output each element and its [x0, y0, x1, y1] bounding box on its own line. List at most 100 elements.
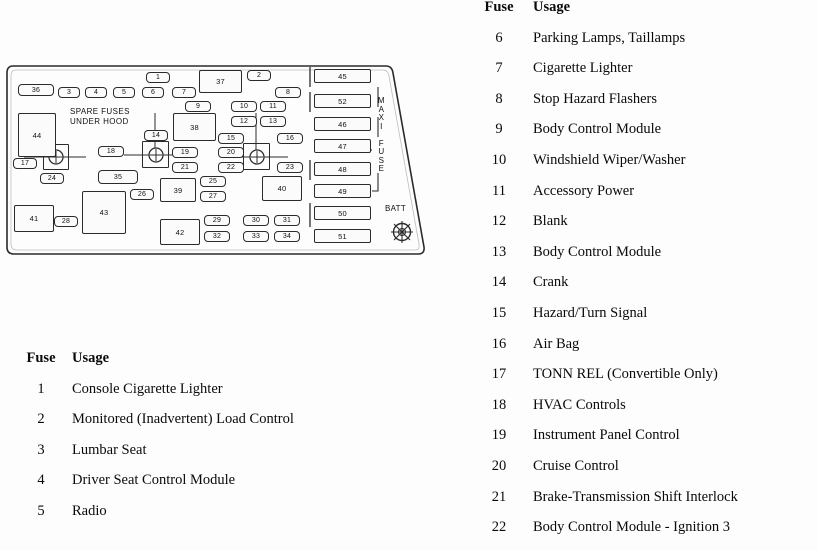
fuse-box-label: 30 — [251, 217, 261, 224]
fuse-box-36: 36 — [18, 84, 54, 96]
fuse-usage-cell: Instrument Panel Control — [533, 427, 680, 444]
table-body: 1 Console Cigarette Lighter 2 Monitored (In… — [10, 381, 294, 534]
fuse-box-13: 13 — [260, 116, 286, 127]
fuse-box-33: 33 — [243, 231, 269, 242]
table-row: 1 Console Cigarette Lighter — [10, 381, 294, 412]
fuse-usage-cell: TONN REL (Convertible Only) — [533, 366, 718, 383]
fuse-box-label: 21 — [180, 164, 190, 171]
fuse-number-cell: 5 — [37, 502, 45, 519]
fuse-box-17: 17 — [13, 158, 37, 169]
fuse-box-label: 29 — [212, 217, 222, 224]
fuse-box-43: 43 — [82, 191, 126, 234]
table-header-row: Fuse Usage — [10, 350, 294, 381]
table-row: 14 Crank — [465, 274, 738, 305]
fuse-box-51: 51 — [314, 229, 371, 243]
spare-fuses-note: SPARE FUSES UNDER HOOD — [70, 107, 130, 126]
fuse-box-label: 36 — [31, 86, 41, 94]
fuse-box-37: 37 — [199, 70, 242, 93]
fuse-box-label: 44 — [32, 130, 42, 140]
fuse-usage-cell: Windshield Wiper/Washer — [533, 151, 686, 168]
fuse-box-50: 50 — [314, 206, 371, 220]
fuse-number-cell: 15 — [491, 304, 507, 321]
table-row: 22 Body Control Module - Ignition 3 — [465, 519, 738, 550]
fuse-usage-cell: Hazard/Turn Signal — [533, 304, 648, 321]
fuse-usage-cell: Lumbar Seat — [72, 441, 147, 458]
fuse-box-42: 42 — [160, 219, 200, 245]
fuse-box-20: 20 — [218, 147, 244, 158]
fuse-usage-cell: Air Bag — [533, 335, 580, 352]
table-row: 16 Air Bag — [465, 336, 738, 367]
fuse-box-41: 41 — [14, 205, 54, 232]
fuse-box-label: 17 — [20, 160, 30, 167]
fuse-number-cell: 16 — [491, 335, 507, 352]
fuse-usage-cell: Monitored (Inadvertent) Load Control — [72, 411, 294, 427]
fuse-number-cell: 9 — [495, 121, 503, 138]
fuse-number-cell: 20 — [491, 457, 507, 474]
fuse-box-label: 26 — [137, 191, 147, 198]
fuse-box-22: 22 — [218, 162, 244, 173]
fuse-number-cell: 8 — [495, 90, 503, 107]
fuse-box-1: 1 — [146, 72, 170, 83]
fuse-box-label: 15 — [226, 135, 236, 142]
fuse-box-12: 12 — [231, 116, 257, 127]
fuse-number-cell: 12 — [491, 213, 507, 230]
fuse-box-32: 32 — [204, 231, 230, 242]
fuse-box-10: 10 — [231, 101, 257, 112]
fuse-usage-cell: HVAC Controls — [533, 396, 626, 413]
table-row: 13 Body Control Module — [465, 244, 738, 275]
fuse-number-cell: 1 — [37, 380, 45, 397]
fuse-box-52: 52 — [314, 94, 371, 108]
table-row: 3 Lumbar Seat — [10, 442, 294, 473]
table-row: 20 Cruise Control — [465, 458, 738, 489]
fuse-box-40: 40 — [262, 176, 302, 201]
fuse-usage-cell: Cigarette Lighter — [533, 60, 633, 77]
fuse-number-cell: 13 — [491, 243, 507, 260]
fuse-box-label: 42 — [175, 227, 185, 237]
fuse-box-label: 23 — [285, 164, 295, 171]
fuse-box-4: 4 — [85, 87, 107, 98]
fuse-number-cell: 14 — [491, 274, 507, 291]
fuse-usage-cell: Radio — [72, 502, 107, 519]
fuse-usage-table-left: Fuse Usage 1 Console Cigarette Lighter 2 Mo… — [10, 350, 294, 533]
fuse-box-label: 13 — [268, 118, 278, 125]
fuse-usage-cell: Parking Lamps, Taillamps — [533, 29, 686, 46]
relay-frame — [243, 143, 270, 170]
fuse-box-label: 6 — [150, 89, 156, 96]
fuse-box-35: 35 — [98, 170, 138, 184]
fuse-box-23: 23 — [277, 162, 303, 173]
fuse-box-18: 18 — [98, 146, 124, 157]
fuse-box-15: 15 — [218, 133, 244, 144]
table-row: 7 Cigarette Lighter — [465, 60, 738, 91]
fuse-box-48: 48 — [314, 162, 371, 176]
fuse-box-label: 2 — [256, 72, 262, 79]
fuse-box-label: 10 — [239, 103, 249, 110]
fuse-usage-cell: Driver Seat Control Module — [72, 472, 236, 488]
fuse-usage-table-right: Fuse Usage 6 Parking Lamps, Taillamps 7 Cig… — [465, 0, 738, 550]
fuse-box-31: 31 — [274, 215, 300, 226]
fuse-box-label: 50 — [338, 208, 347, 218]
fuse-box-label: 27 — [208, 193, 218, 200]
table-row: 18 HVAC Controls — [465, 397, 738, 428]
fuse-box-16: 16 — [277, 133, 303, 144]
fuse-block-diagram: SPARE FUSES UNDER HOOD M A X I F U S E B… — [0, 55, 445, 260]
fuse-usage-cell: Cruise Control — [533, 457, 619, 474]
fuse-box-label: 20 — [226, 149, 236, 156]
maxi-fuse-letter: E — [378, 164, 385, 173]
table-header-row: Fuse Usage — [465, 0, 738, 30]
fuse-box-27: 27 — [200, 191, 226, 202]
fuse-box-28: 28 — [54, 216, 78, 227]
maxi-fuse-label: M A X I F U S E — [377, 96, 386, 174]
fuse-box-21: 21 — [172, 162, 198, 173]
fuse-number-cell: 21 — [491, 488, 507, 505]
table-row: 2 Monitored (Inadvertent) Load Control — [10, 411, 294, 442]
table-row: 6 Parking Lamps, Taillamps — [465, 30, 738, 61]
table-row: 19 Instrument Panel Control — [465, 427, 738, 458]
fuse-box-label: 12 — [239, 118, 249, 125]
fuse-usage-cell: Console Cigarette Lighter — [72, 380, 223, 397]
fuse-number-cell: 18 — [491, 396, 507, 413]
fuse-box-label: 41 — [29, 214, 39, 223]
fuse-box-44: 44 — [18, 113, 56, 157]
table-row: 9 Body Control Module — [465, 121, 738, 152]
fuse-box-label: 47 — [338, 141, 347, 151]
fuse-usage-cell: Body Control Module - Ignition 3 — [533, 519, 730, 536]
